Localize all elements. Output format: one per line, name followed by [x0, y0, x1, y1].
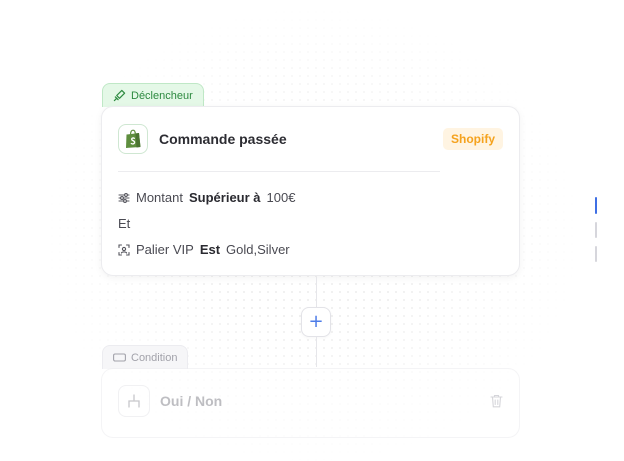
trigger-title: Commande passée [159, 131, 287, 147]
condition-tag: Condition [102, 345, 189, 369]
rectangle-icon [113, 353, 126, 362]
trigger-card-header: Commande passée Shopify [118, 123, 503, 155]
condition-icon-box [118, 385, 150, 417]
rule-value: Gold,Silver [226, 242, 290, 257]
trigger-icon [113, 89, 126, 102]
app-badge: Shopify [443, 128, 503, 150]
scroll-indicator[interactable] [595, 222, 597, 238]
condition-title: Oui / Non [160, 393, 223, 409]
connector-line [316, 277, 317, 307]
scroll-indicator-active[interactable] [595, 197, 597, 214]
connector-line [316, 337, 317, 367]
sliders-icon [118, 192, 130, 204]
user-scan-icon [118, 243, 130, 256]
condition-tag-label: Condition [131, 351, 178, 364]
condition-rule-row[interactable]: Montant Supérieur à 100€ [118, 190, 295, 205]
scroll-indicator[interactable] [595, 246, 597, 262]
rule-operator: Est [199, 242, 221, 257]
rule-field: Montant [136, 190, 183, 205]
add-step-button[interactable]: + [301, 307, 331, 337]
rule-joiner: Et [118, 216, 131, 231]
trigger-tag: Déclencheur [102, 83, 204, 107]
condition-card[interactable]: Oui / Non [101, 368, 520, 438]
trash-icon[interactable] [490, 394, 503, 408]
branch-icon [126, 393, 142, 409]
shopify-bag-icon [124, 129, 142, 149]
trigger-tag-label: Déclencheur [131, 89, 193, 102]
app-logo-box [118, 124, 148, 154]
rule-field: Palier VIP [136, 242, 194, 257]
condition-joiner-row: Et [118, 216, 130, 231]
trigger-card[interactable]: Commande passée Shopify Montant Supérieu… [101, 106, 520, 276]
condition-rule-row[interactable]: Palier VIP Est Gold,Silver [118, 242, 290, 257]
card-divider [118, 171, 440, 172]
rule-value: 100€ [266, 190, 296, 205]
rule-operator: Supérieur à [188, 190, 261, 205]
condition-card-header: Oui / Non [118, 385, 503, 417]
